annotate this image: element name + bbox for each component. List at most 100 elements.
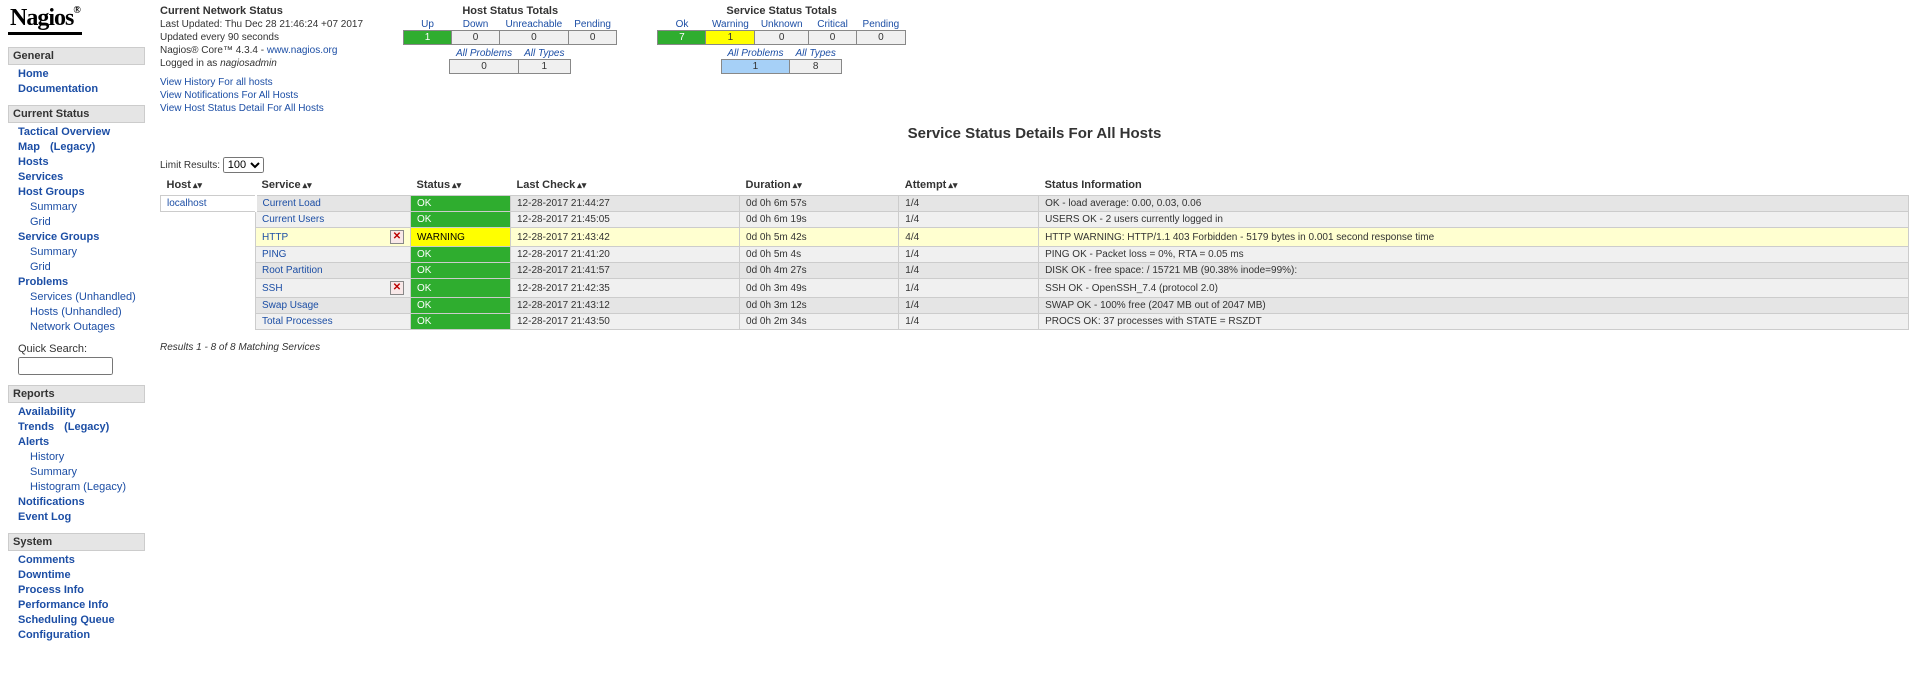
cell-duration: 0d 0h 2m 34s (740, 314, 899, 330)
nav-process-info[interactable]: Process Info (18, 584, 84, 596)
nav-home[interactable]: Home (18, 68, 49, 80)
nav-sg-grid[interactable]: Grid (30, 261, 51, 273)
nav-alerts[interactable]: Alerts (18, 436, 49, 448)
quick-search-input[interactable] (18, 357, 113, 375)
info-link-host-status[interactable]: View Host Status Detail For All Hosts (160, 102, 363, 115)
nav-trends[interactable]: Trends (18, 421, 54, 433)
cell-last-check: 12-28-2017 21:41:57 (511, 263, 740, 279)
cell-host (161, 212, 256, 228)
ht-h-down[interactable]: Down (463, 19, 489, 30)
nav-downtime[interactable]: Downtime (18, 569, 71, 581)
nav-scheduling-queue[interactable]: Scheduling Queue (18, 614, 115, 626)
nav-performance-info[interactable]: Performance Info (18, 599, 108, 611)
nav-section-system: System (8, 533, 145, 551)
info-version-link[interactable]: www.nagios.org (267, 45, 338, 56)
th-host[interactable]: Host▴▾ (161, 175, 256, 196)
st-h-allprob[interactable]: All Problems (727, 48, 783, 59)
cell-status: OK (411, 247, 511, 263)
nav-service-groups[interactable]: Service Groups (18, 231, 99, 243)
nav-hg-grid[interactable]: Grid (30, 216, 51, 228)
nav-documentation[interactable]: Documentation (18, 83, 98, 95)
st-v-ok[interactable]: 7 (658, 31, 706, 45)
nav-hg-summary[interactable]: Summary (30, 201, 77, 213)
nav-event-log[interactable]: Event Log (18, 511, 71, 523)
nav-map-legacy[interactable]: (Legacy) (50, 141, 95, 153)
sort-arrows-icon[interactable]: ▴▾ (948, 180, 957, 190)
info-version-pre: Nagios® Core™ 4.3.4 - (160, 45, 267, 56)
nav-sg-summary[interactable]: Summary (30, 246, 77, 258)
service-link[interactable]: Total Processes (262, 316, 333, 327)
ht-h-up[interactable]: Up (421, 19, 434, 30)
st-v-alltypes[interactable]: 8 (789, 60, 841, 74)
nav-a-histogram[interactable]: Histogram (Legacy) (30, 481, 126, 493)
st-h-ok[interactable]: Ok (676, 19, 689, 30)
nav-notifications[interactable]: Notifications (18, 496, 85, 508)
service-link[interactable]: Swap Usage (262, 300, 319, 311)
cell-service: Current Load (256, 196, 411, 212)
ht-v-unreach[interactable]: 0 (500, 31, 569, 45)
ht-h-allprob[interactable]: All Problems (456, 48, 512, 59)
nav-p-services[interactable]: Services (30, 291, 72, 303)
cell-service: SSH✕ (256, 279, 411, 298)
st-h-warn[interactable]: Warning (712, 19, 749, 30)
nav-hosts[interactable]: Hosts (18, 156, 49, 168)
st-v-unk[interactable]: 0 (755, 31, 809, 45)
th-status[interactable]: Status▴▾ (411, 175, 511, 196)
nav-p-services-unhandled[interactable]: (Unhandled) (75, 291, 136, 303)
cell-duration: 0d 0h 3m 12s (740, 298, 899, 314)
info-interval: Updated every 90 seconds (160, 31, 363, 44)
nav-host-groups[interactable]: Host Groups (18, 186, 85, 198)
info-link-notifications[interactable]: View Notifications For All Hosts (160, 89, 363, 102)
service-link[interactable]: Current Users (262, 214, 324, 225)
st-h-crit[interactable]: Critical (817, 19, 848, 30)
service-link[interactable]: SSH (262, 283, 283, 294)
st-v-allprob[interactable]: 1 (721, 60, 789, 74)
nav-tactical[interactable]: Tactical Overview (18, 126, 110, 138)
st-v-crit[interactable]: 0 (809, 31, 857, 45)
limit-select[interactable]: 100 (223, 157, 264, 173)
ht-h-alltypes[interactable]: All Types (524, 48, 564, 59)
service-link[interactable]: Current Load (263, 198, 321, 209)
info-link-history[interactable]: View History For all hosts (160, 76, 363, 89)
ht-h-unreach[interactable]: Unreachable (506, 19, 563, 30)
nav-availability[interactable]: Availability (18, 406, 76, 418)
ht-v-pending[interactable]: 0 (568, 31, 617, 45)
service-link[interactable]: HTTP (262, 232, 288, 243)
th-duration[interactable]: Duration▴▾ (740, 175, 899, 196)
st-h-pend[interactable]: Pending (863, 19, 900, 30)
nav-p-outages[interactable]: Network Outages (30, 321, 115, 333)
nav-services[interactable]: Services (18, 171, 63, 183)
nav-p-hosts[interactable]: Hosts (30, 306, 58, 318)
nav-configuration[interactable]: Configuration (18, 629, 90, 641)
host-link[interactable]: localhost (167, 198, 206, 209)
cell-host (161, 314, 256, 330)
nav-a-history[interactable]: History (30, 451, 64, 463)
sort-arrows-icon[interactable]: ▴▾ (303, 180, 312, 190)
cell-status-info: DISK OK - free space: / 15721 MB (90.38%… (1039, 263, 1909, 279)
ht-v-down[interactable]: 0 (452, 31, 500, 45)
nav-comments[interactable]: Comments (18, 554, 75, 566)
ht-v-allprob[interactable]: 0 (450, 60, 518, 74)
nav-a-summary[interactable]: Summary (30, 466, 77, 478)
nav-problems[interactable]: Problems (18, 276, 68, 288)
service-link[interactable]: PING (262, 249, 286, 260)
sort-arrows-icon[interactable]: ▴▾ (452, 180, 461, 190)
sort-arrows-icon[interactable]: ▴▾ (577, 180, 586, 190)
st-h-alltypes[interactable]: All Types (795, 48, 835, 59)
sort-arrows-icon[interactable]: ▴▾ (193, 180, 202, 190)
ht-h-pending[interactable]: Pending (574, 19, 611, 30)
nav-trends-legacy[interactable]: (Legacy) (64, 421, 109, 433)
nav-p-hosts-unhandled[interactable]: (Unhandled) (61, 306, 122, 318)
nav-map[interactable]: Map (18, 141, 40, 153)
st-h-unk[interactable]: Unknown (761, 19, 803, 30)
sort-arrows-icon[interactable]: ▴▾ (793, 180, 802, 190)
th-attempt[interactable]: Attempt▴▾ (899, 175, 1039, 196)
service-link[interactable]: Root Partition (262, 265, 323, 276)
page-title: Service Status Details For All Hosts (160, 125, 1909, 142)
th-last-check[interactable]: Last Check▴▾ (511, 175, 740, 196)
ht-v-up[interactable]: 1 (404, 31, 452, 45)
th-service[interactable]: Service▴▾ (256, 175, 411, 196)
st-v-pend[interactable]: 0 (857, 31, 906, 45)
ht-v-alltypes[interactable]: 1 (518, 60, 570, 74)
st-v-warn[interactable]: 1 (706, 31, 755, 45)
